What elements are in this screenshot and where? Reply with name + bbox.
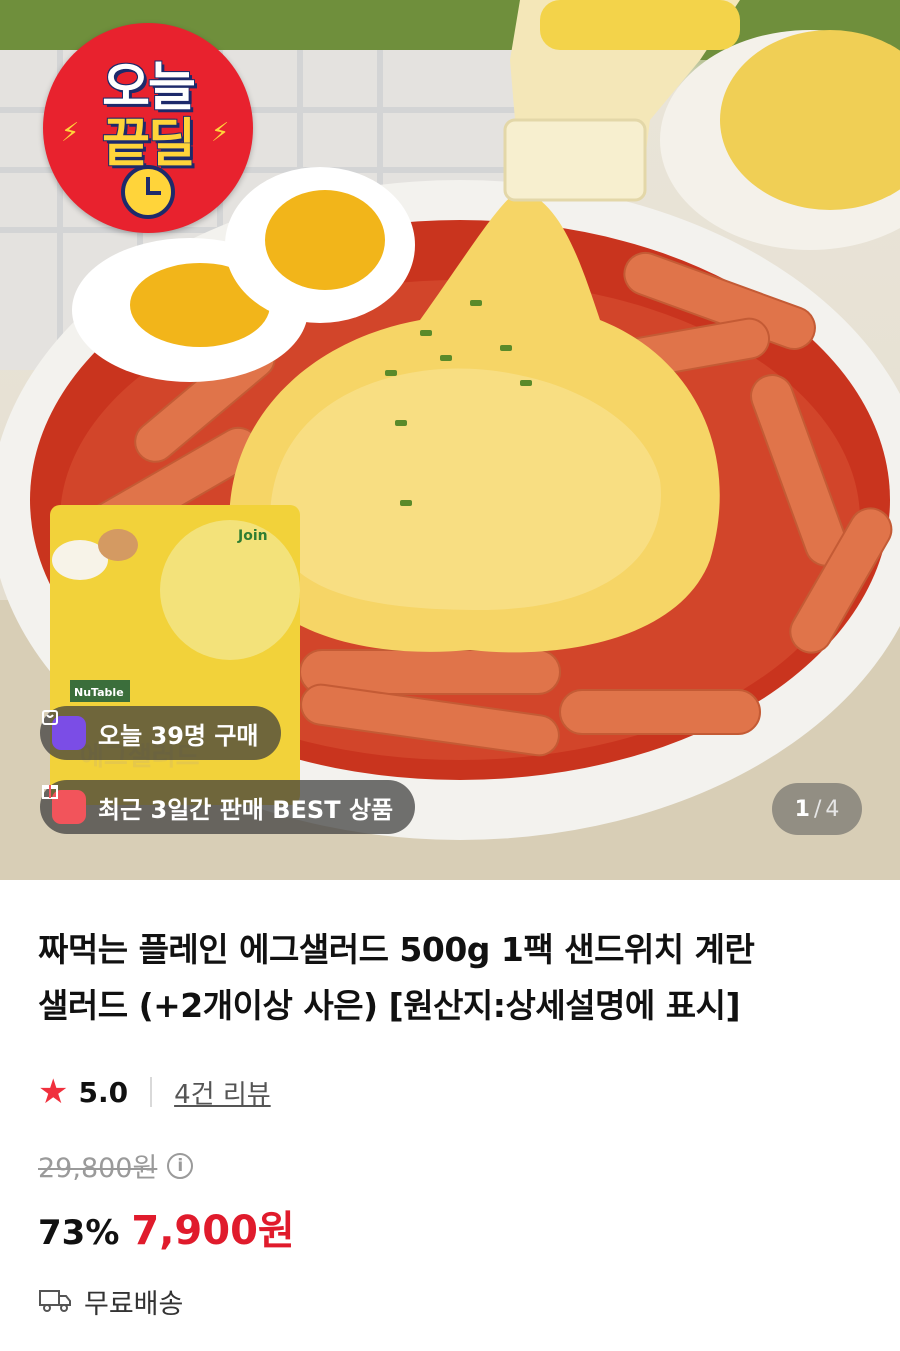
- shipping-text: 무료배송: [84, 1289, 184, 1320]
- image-pager: 1 / 4: [772, 783, 862, 835]
- shipping-row: 무료배송: [38, 1282, 183, 1321]
- rating-value: 5.0: [78, 1075, 129, 1109]
- truck-icon: [38, 1287, 72, 1317]
- product-title-line2: 샐러드 (+2개이상 사은) [원산지:상세설명에 표시]: [38, 986, 741, 1025]
- shopping-bag-icon: [42, 710, 86, 750]
- best-seller-text: 최근 3일간 판매 BEST 상품: [98, 795, 394, 824]
- divider: [150, 1077, 153, 1107]
- original-price: 29,800원: [38, 1153, 158, 1184]
- price-row: 73% 7,900원: [38, 1198, 295, 1256]
- purchase-count-text: 오늘 39명 구매: [98, 721, 259, 750]
- gift-icon: [42, 785, 86, 824]
- product-title: 짜먹는 플레인 에그샐러드 500g 1팩 샌드위치 계란 샐러드 (+2개이상…: [38, 922, 868, 1034]
- today-deal-badge: ⚡ ⚡ 오늘 끝딜: [43, 23, 253, 233]
- product-image-carousel[interactable]: Join NuTable 에그샐러드 ⚡ ⚡ 오늘 끝딜 오늘 39명 구매: [0, 0, 900, 880]
- package-line: NuTable: [74, 686, 124, 699]
- pager-separator: /: [813, 796, 822, 822]
- star-icon: ★: [38, 1072, 69, 1112]
- info-icon[interactable]: i: [167, 1152, 194, 1179]
- alarm-clock-icon: [121, 165, 175, 219]
- product-title-line1: 짜먹는 플레인 에그샐러드 500g 1팩 샌드위치 계란: [38, 930, 755, 969]
- purchase-count-pill: 오늘 39명 구매: [40, 706, 281, 760]
- best-seller-pill: 최근 3일간 판매 BEST 상품: [40, 780, 416, 834]
- discount-rate: 73%: [38, 1213, 120, 1253]
- rating-row: ★ 5.0 4건 리뷰: [38, 1072, 271, 1112]
- sale-price: 7,900원: [131, 1208, 295, 1254]
- product-page: Join NuTable 에그샐러드 ⚡ ⚡ 오늘 끝딜 오늘 39명 구매: [0, 0, 900, 1351]
- original-price-row: 29,800원 i: [38, 1146, 194, 1185]
- package-brand: Join: [237, 528, 268, 544]
- review-count-link[interactable]: 4건 리뷰: [174, 1074, 271, 1111]
- pager-total: 4: [825, 796, 840, 822]
- pager-current: 1: [794, 796, 810, 822]
